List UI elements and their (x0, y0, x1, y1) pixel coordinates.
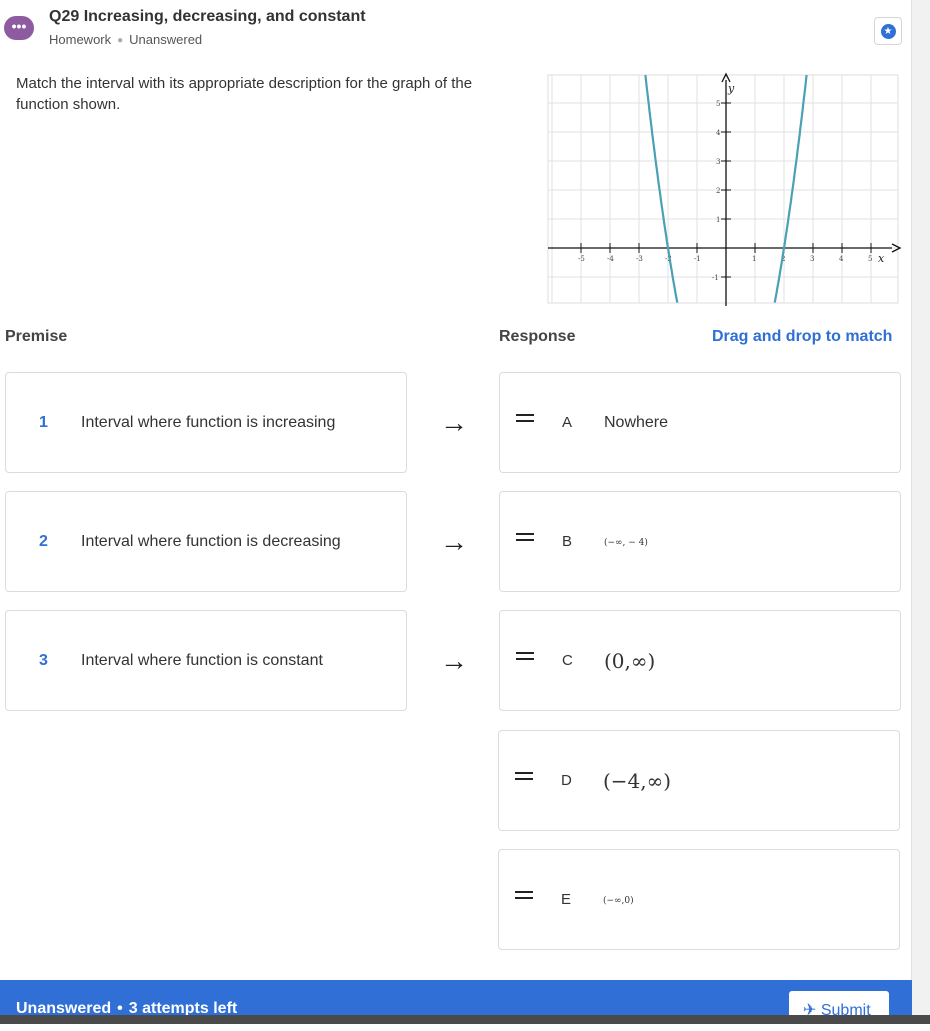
question-title: Q29 Increasing, decreasing, and constant (49, 8, 366, 25)
grid (547, 74, 899, 304)
arrow-right-icon: → (440, 526, 468, 557)
y-tick-label: 5 (716, 100, 720, 108)
response-letter: A (562, 414, 573, 431)
x-tick-label: 3 (810, 255, 814, 263)
category-label: Homework (49, 32, 112, 47)
premise-card-3: 3 Interval where function is constant (5, 610, 407, 711)
response-card-c[interactable]: C (0,∞) (499, 610, 901, 711)
chat-icon: ••• (4, 16, 34, 40)
x-axis-label: x (878, 252, 885, 265)
response-text: (−4,∞) (603, 769, 672, 793)
arrow-right-icon: → (440, 407, 468, 438)
x-tick-label: -1 (694, 255, 701, 263)
response-card-b[interactable]: B (−∞, − 4) (499, 491, 901, 592)
drag-handle-icon[interactable] (516, 414, 534, 428)
response-letter: C (562, 652, 573, 669)
premise-card-1: 1 Interval where function is increasing (5, 372, 407, 473)
separator-dot: ● (117, 35, 124, 46)
premise-header: Premise (5, 328, 68, 345)
response-card-e[interactable]: E (−∞,0) (498, 849, 900, 950)
question-meta: Homework ● Unanswered (49, 32, 202, 47)
star-icon: ★ (880, 23, 896, 39)
status-label: Unanswered (129, 32, 203, 47)
response-letter: D (561, 772, 572, 789)
response-card-d[interactable]: D (−4,∞) (498, 730, 900, 831)
x-tick-label: 4 (839, 255, 844, 263)
premise-number: 3 (39, 652, 48, 669)
drag-handle-icon[interactable] (516, 533, 534, 547)
plot-area (547, 74, 899, 304)
response-header: Response (499, 328, 576, 345)
response-card-a[interactable]: A Nowhere (499, 372, 901, 473)
response-text: (−∞,0) (603, 896, 634, 906)
drag-hint: Drag and drop to match (712, 328, 893, 345)
drag-handle-icon[interactable] (515, 772, 533, 786)
premise-text: Interval where function is constant (81, 652, 323, 669)
y-tick-label: -1 (712, 274, 719, 282)
window-bottom-edge (0, 1015, 930, 1024)
response-text: Nowhere (604, 414, 669, 431)
response-text: (0,∞) (604, 649, 656, 673)
response-letter: B (562, 533, 573, 550)
x-tick-label: -5 (578, 255, 585, 263)
function-graph: -5 -4 -3 -2 -1 1 2 3 4 554321-1 x y (547, 72, 902, 306)
y-tick-label: 2 (716, 187, 720, 195)
question-prompt: Match the interval with its appropriate … (16, 75, 473, 113)
premise-card-2: 2 Interval where function is decreasing (5, 491, 407, 592)
drag-handle-icon[interactable] (516, 652, 534, 666)
premise-number: 2 (39, 533, 48, 550)
y-tick-label: 4 (716, 129, 721, 137)
drag-handle-icon[interactable] (515, 891, 533, 905)
scrollbar-track[interactable] (911, 0, 930, 1024)
premise-text: Interval where function is increasing (81, 414, 336, 431)
x-tick-label: 1 (752, 255, 756, 263)
y-axis-label: y (727, 82, 735, 95)
response-text: (−∞, − 4) (604, 538, 648, 548)
x-tick-label: -3 (636, 255, 643, 263)
submit-button[interactable]: ✈ Submit (789, 991, 889, 1031)
premise-text: Interval where function is decreasing (81, 533, 341, 550)
x-tick-label: 5 (868, 255, 872, 263)
y-tick-label: 1 (716, 216, 720, 224)
x-tick-label: -4 (607, 255, 614, 263)
y-tick-label: 3 (716, 158, 720, 166)
bookmark-button[interactable]: ★ (874, 17, 902, 45)
response-letter: E (561, 891, 572, 908)
arrow-right-icon: → (440, 645, 468, 676)
premise-number: 1 (39, 414, 48, 431)
